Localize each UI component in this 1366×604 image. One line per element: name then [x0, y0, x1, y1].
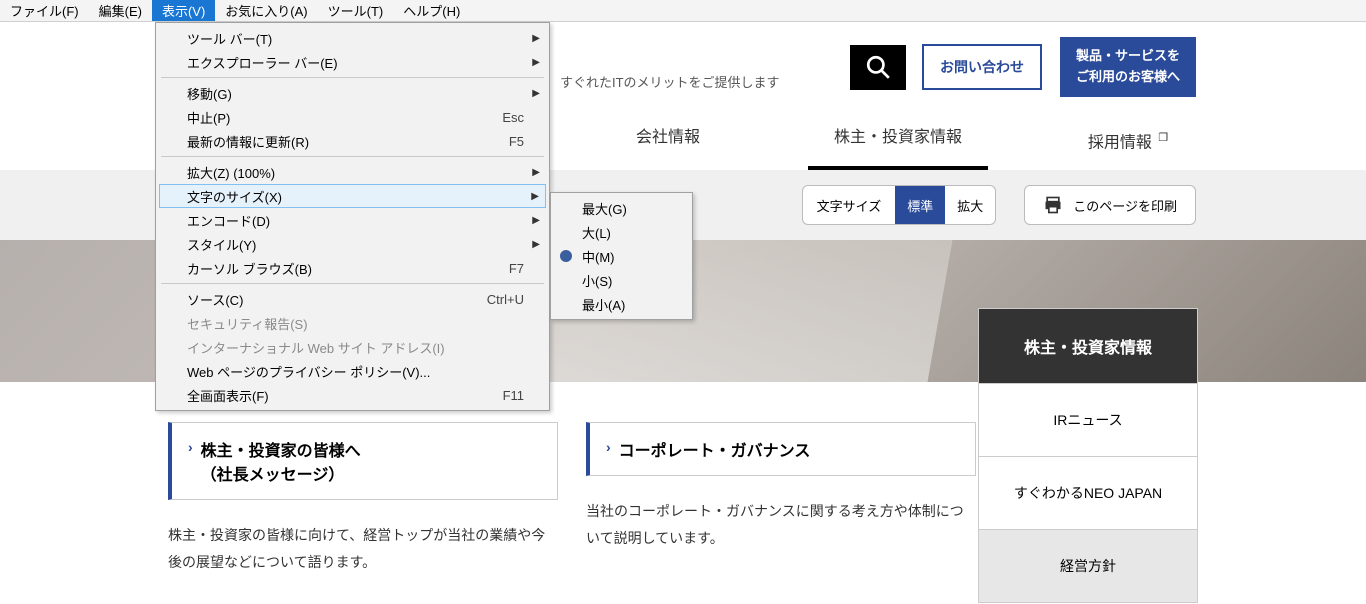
- view-menu-item: セキュリティ報告(S): [159, 311, 546, 335]
- view-menu-item[interactable]: エンコード(D) ▶: [159, 208, 546, 232]
- cta-button[interactable]: 製品・サービスを ご利用のお客様へ: [1060, 37, 1196, 97]
- menu-item-label: 中(M): [582, 247, 667, 266]
- view-menu-item[interactable]: 全画面表示(F)F11: [159, 383, 546, 407]
- menu-item-label: 最小(A): [582, 295, 667, 314]
- submenu-arrow-icon: ▶: [532, 33, 540, 44]
- nav-recruit[interactable]: 採用情報 ❐: [1013, 112, 1243, 170]
- submenu-arrow-icon: ▶: [532, 88, 540, 99]
- textsize-menu-item[interactable]: 最小(A): [554, 292, 689, 316]
- menu-shortcut: F7: [509, 261, 524, 276]
- menubar-edit[interactable]: 編集(E): [89, 0, 152, 21]
- sidebar-header: 株主・投資家情報: [979, 309, 1197, 383]
- menubar-favorites[interactable]: お気に入り(A): [215, 0, 317, 21]
- block-message-body: 株主・投資家の皆様に向けて、経営トップが当社の業績や今後の展望などについて語りま…: [168, 522, 558, 575]
- cta-line2: ご利用のお客様へ: [1076, 69, 1180, 84]
- view-menu-item[interactable]: 最新の情報に更新(R)F5: [159, 129, 546, 153]
- font-size-label: 文字サイズ: [803, 196, 896, 215]
- print-label: このページを印刷: [1073, 196, 1177, 215]
- view-menu-item[interactable]: 移動(G) ▶: [159, 81, 546, 105]
- menu-item-label: 移動(G): [187, 84, 524, 103]
- nav-investors[interactable]: 株主・投資家情報: [783, 112, 1013, 170]
- submenu-arrow-icon: ▶: [532, 167, 540, 178]
- font-size-large[interactable]: 拡大: [945, 196, 995, 215]
- nav-recruit-label: 採用情報: [1088, 134, 1152, 151]
- block-governance-body: 当社のコーポレート・ガバナンスに関する考え方や体制について説明しています。: [586, 498, 976, 551]
- menu-item-label: 小(S): [582, 271, 667, 290]
- font-size-standard[interactable]: 標準: [895, 186, 945, 224]
- view-menu-item[interactable]: ソース(C)Ctrl+U: [159, 287, 546, 311]
- menu-item-label: インターナショナル Web サイト アドレス(I): [187, 338, 524, 357]
- menu-shortcut: Esc: [502, 110, 524, 125]
- menu-item-label: カーソル ブラウズ(B): [187, 259, 509, 278]
- block-governance-header[interactable]: › コーポレート・ガバナンス: [586, 422, 976, 476]
- sidebar-item-irnews[interactable]: IRニュース: [979, 383, 1197, 456]
- menu-item-label: エンコード(D): [187, 211, 524, 230]
- menubar: ファイル(F) 編集(E) 表示(V) お気に入り(A) ツール(T) ヘルプ(…: [0, 0, 1366, 22]
- menu-item-label: 最大(G): [582, 199, 667, 218]
- menu-item-label: スタイル(Y): [187, 235, 524, 254]
- view-menu-item: インターナショナル Web サイト アドレス(I): [159, 335, 546, 359]
- search-icon: [865, 54, 891, 80]
- textsize-menu-item[interactable]: 大(L): [554, 220, 689, 244]
- chevron-right-icon: ›: [188, 439, 193, 455]
- printer-icon: [1043, 195, 1063, 215]
- textsize-menu-item[interactable]: 最大(G): [554, 196, 689, 220]
- submenu-arrow-icon: ▶: [532, 239, 540, 250]
- sidebar-card: 株主・投資家情報 IRニュース すぐわかるNEO JAPAN 経営方針: [978, 308, 1198, 603]
- view-menu-item[interactable]: ツール バー(T) ▶: [159, 26, 546, 50]
- view-menu-item[interactable]: 拡大(Z) (100%) ▶: [159, 160, 546, 184]
- menubar-view[interactable]: 表示(V): [152, 0, 215, 21]
- submenu-arrow-icon: ▶: [531, 191, 539, 202]
- selected-radio-icon: [560, 250, 572, 262]
- menu-item-label: 拡大(Z) (100%): [187, 163, 524, 182]
- search-button[interactable]: [850, 45, 906, 90]
- block-message-header[interactable]: › 株主・投資家の皆様へ （社長メッセージ）: [168, 422, 558, 500]
- sidebar-item-about[interactable]: すぐわかるNEO JAPAN: [979, 456, 1197, 529]
- menu-item-label: エクスプローラー バー(E): [187, 53, 524, 72]
- view-menu-item[interactable]: スタイル(Y) ▶: [159, 232, 546, 256]
- view-menu-item[interactable]: エクスプローラー バー(E) ▶: [159, 50, 546, 74]
- menu-shortcut: F11: [503, 388, 524, 403]
- tagline: すぐれたITのメリットをご提供します: [560, 72, 780, 91]
- text-size-submenu: 最大(G) 大(L) 中(M) 小(S) 最小(A): [550, 192, 693, 320]
- textsize-menu-item[interactable]: 小(S): [554, 268, 689, 292]
- font-size-selector: 文字サイズ 標準 拡大: [802, 185, 997, 225]
- contact-button[interactable]: お問い合わせ: [922, 44, 1042, 90]
- external-link-icon: ❐: [1158, 132, 1168, 144]
- menu-shortcut: Ctrl+U: [487, 292, 524, 307]
- nav-company[interactable]: 会社情報: [553, 112, 783, 170]
- menu-item-label: ソース(C): [187, 290, 487, 309]
- view-menu-item[interactable]: 中止(P)Esc: [159, 105, 546, 129]
- view-menu-item[interactable]: 文字のサイズ(X) ▶: [159, 184, 546, 208]
- menu-item-label: 全画面表示(F): [187, 386, 503, 405]
- menu-item-label: 文字のサイズ(X): [187, 187, 524, 206]
- block-message: › 株主・投資家の皆様へ （社長メッセージ） 株主・投資家の皆様に向けて、経営ト…: [168, 422, 558, 575]
- submenu-arrow-icon: ▶: [532, 215, 540, 226]
- view-menu: ツール バー(T)▶エクスプローラー バー(E)▶移動(G)▶中止(P)Esc最…: [155, 22, 550, 411]
- chevron-right-icon: ›: [606, 439, 611, 455]
- menu-item-label: Web ページのプライバシー ポリシー(V)...: [187, 362, 524, 381]
- block-governance-title: コーポレート・ガバナンス: [619, 437, 811, 461]
- view-menu-item[interactable]: カーソル ブラウズ(B)F7: [159, 256, 546, 280]
- menu-item-label: 中止(P): [187, 108, 502, 127]
- sidebar-item-policy[interactable]: 経営方針: [979, 529, 1197, 602]
- menubar-file[interactable]: ファイル(F): [0, 0, 89, 21]
- textsize-menu-item[interactable]: 中(M): [554, 244, 689, 268]
- menu-item-label: セキュリティ報告(S): [187, 314, 524, 333]
- view-menu-item[interactable]: Web ページのプライバシー ポリシー(V)...: [159, 359, 546, 383]
- menubar-help[interactable]: ヘルプ(H): [393, 0, 470, 21]
- submenu-arrow-icon: ▶: [532, 57, 540, 68]
- block-message-title-l1: 株主・投資家の皆様へ: [201, 443, 361, 460]
- block-governance: › コーポレート・ガバナンス 当社のコーポレート・ガバナンスに関する考え方や体制…: [586, 422, 976, 575]
- block-message-title-l2: （社長メッセージ）: [201, 467, 345, 484]
- menu-item-label: 最新の情報に更新(R): [187, 132, 509, 151]
- menu-shortcut: F5: [509, 134, 524, 149]
- menu-item-label: ツール バー(T): [187, 29, 524, 48]
- print-button[interactable]: このページを印刷: [1024, 185, 1196, 225]
- menu-item-label: 大(L): [582, 223, 667, 242]
- cta-line1: 製品・サービスを: [1076, 48, 1180, 63]
- menubar-tools[interactable]: ツール(T): [318, 0, 394, 21]
